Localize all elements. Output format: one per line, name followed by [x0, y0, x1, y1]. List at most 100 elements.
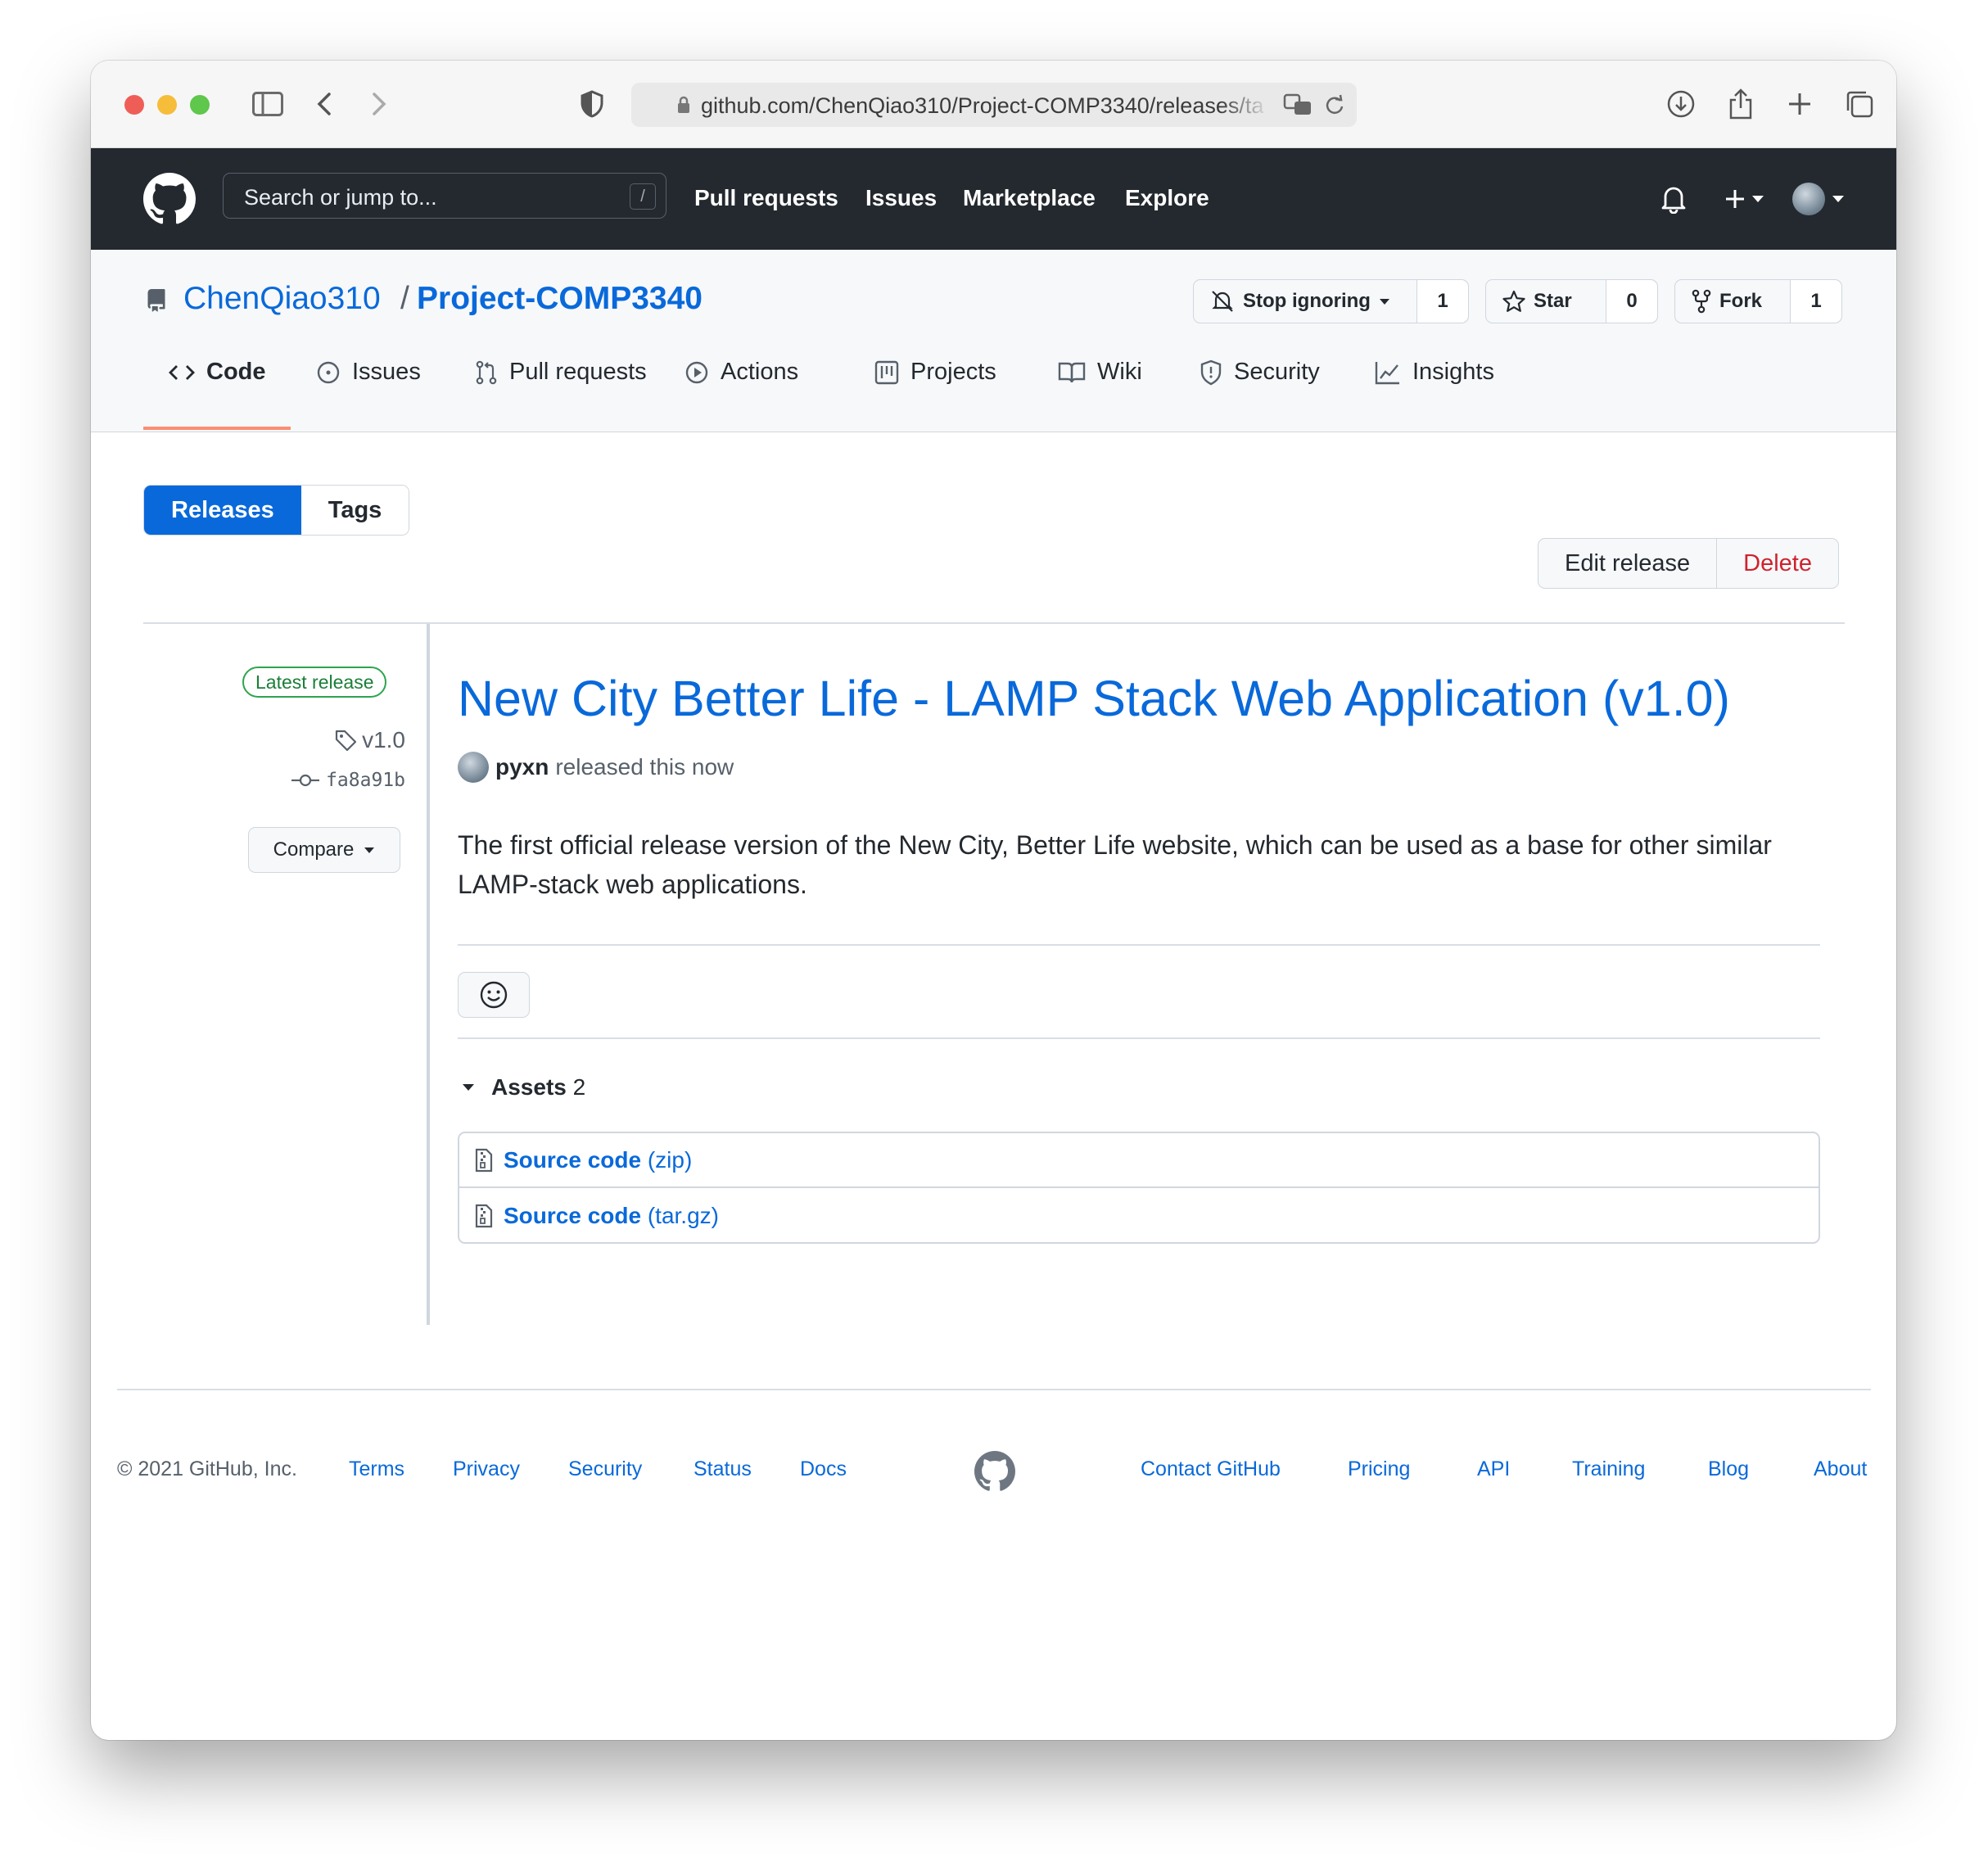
footer-divider — [117, 1389, 1871, 1390]
tab-code[interactable]: Code — [169, 359, 266, 386]
tab-security[interactable]: Security — [1200, 359, 1320, 386]
release-timeline-line — [427, 624, 430, 1325]
asset-ext: (zip) — [647, 1146, 693, 1173]
user-menu-dropdown[interactable] — [1792, 181, 1850, 217]
asset-name: Source code — [504, 1146, 642, 1173]
release-tag-link[interactable]: v1.0 — [334, 727, 405, 753]
downloads-icon[interactable] — [1662, 85, 1700, 123]
avatar — [1792, 183, 1825, 215]
notifications-bell-icon[interactable] — [1660, 184, 1687, 214]
footer-link-status[interactable]: Status — [694, 1458, 752, 1481]
release-byline: pyxn released this now — [458, 752, 734, 783]
star-icon — [1502, 290, 1525, 312]
repo-path-separator: / — [400, 281, 409, 316]
footer-link-docs[interactable]: Docs — [800, 1458, 847, 1481]
add-reaction-button[interactable] — [458, 972, 530, 1018]
fork-button[interactable]: Fork — [1675, 280, 1791, 323]
latest-release-badge: Latest release — [242, 667, 387, 698]
footer-link-pricing[interactable]: Pricing — [1348, 1458, 1410, 1481]
code-icon — [169, 364, 195, 380]
tags-tab-button[interactable]: Tags — [300, 486, 409, 535]
footer-link-contact[interactable]: Contact GitHub — [1141, 1458, 1281, 1481]
footer-link-security[interactable]: Security — [568, 1458, 642, 1481]
nav-marketplace[interactable]: Marketplace — [963, 185, 1096, 211]
browser-window: github.com/ChenQiao310/Project-COMP3340/… — [91, 61, 1896, 1740]
tab-wiki-label: Wiki — [1097, 359, 1142, 385]
star-label: Star — [1534, 290, 1572, 312]
release-commit-link[interactable]: fa8a91b — [291, 770, 405, 791]
minimize-window-button[interactable] — [157, 95, 177, 115]
release-description: The first official release version of th… — [458, 830, 1772, 899]
tab-wiki[interactable]: Wiki — [1058, 359, 1142, 386]
compare-dropdown[interactable]: Compare — [248, 827, 400, 873]
footer-link-about[interactable]: About — [1814, 1458, 1867, 1481]
release-tag-label: v1.0 — [362, 727, 405, 752]
github-footer-logo-icon[interactable] — [974, 1451, 1015, 1492]
repo-name-link[interactable]: Project-COMP3340 — [417, 281, 703, 317]
footer-link-blog[interactable]: Blog — [1708, 1458, 1749, 1481]
pull-request-icon — [476, 360, 497, 384]
tab-pull-requests[interactable]: Pull requests — [475, 359, 647, 386]
asset-item[interactable]: Source code (tar.gz) — [459, 1188, 1819, 1243]
nav-explore[interactable]: Explore — [1125, 185, 1209, 211]
close-window-button[interactable] — [124, 95, 144, 115]
footer-link-terms[interactable]: Terms — [349, 1458, 404, 1481]
assets-toggle[interactable]: Assets 2 — [462, 1074, 585, 1100]
privacy-shield-icon[interactable] — [573, 85, 611, 123]
tab-insights[interactable]: Insights — [1375, 359, 1494, 386]
repo-owner-link[interactable]: ChenQiao310 — [183, 281, 381, 317]
project-icon — [874, 360, 899, 384]
new-tab-icon[interactable] — [1781, 85, 1819, 123]
divider — [458, 944, 1820, 946]
watch-button-group: Stop ignoring 1 — [1193, 279, 1469, 323]
watch-count[interactable]: 1 — [1417, 280, 1468, 323]
delete-release-button[interactable]: Delete — [1717, 539, 1838, 588]
star-count[interactable]: 0 — [1606, 280, 1657, 323]
release-commit-sha: fa8a91b — [326, 770, 405, 791]
browser-toolbar: github.com/ChenQiao310/Project-COMP3340/… — [91, 61, 1896, 148]
edit-release-button[interactable]: Edit release — [1538, 539, 1718, 588]
star-button-group: Star 0 — [1485, 279, 1658, 323]
search-input[interactable]: Search or jump to... / — [223, 173, 666, 219]
tag-icon — [335, 730, 357, 752]
back-icon[interactable] — [305, 85, 343, 123]
author-avatar[interactable] — [458, 752, 489, 783]
tab-issues[interactable]: Issues — [316, 359, 421, 386]
smiley-icon — [480, 981, 508, 1009]
tab-overview-icon[interactable] — [1841, 85, 1878, 123]
caret-down-icon — [1832, 196, 1844, 202]
fork-button-group: Fork 1 — [1674, 279, 1842, 323]
tab-security-label: Security — [1234, 359, 1320, 385]
reload-icon[interactable] — [1324, 94, 1345, 115]
translate-icon[interactable] — [1283, 93, 1313, 116]
sidebar-icon[interactable] — [249, 85, 287, 123]
release-title[interactable]: New City Better Life - LAMP Stack Web Ap… — [458, 670, 1730, 727]
releases-tab-button[interactable]: Releases — [144, 486, 301, 535]
triangle-down-icon — [463, 1084, 474, 1091]
file-zip-icon — [475, 1148, 493, 1172]
watch-button[interactable]: Stop ignoring — [1194, 280, 1417, 323]
share-icon[interactable] — [1722, 85, 1760, 123]
address-bar[interactable]: github.com/ChenQiao310/Project-COMP3340/… — [631, 83, 1357, 127]
fork-count[interactable]: 1 — [1791, 280, 1841, 323]
star-button[interactable]: Star — [1486, 280, 1606, 323]
forward-icon[interactable] — [360, 85, 398, 123]
github-logo-icon[interactable] — [143, 173, 196, 225]
footer-link-privacy[interactable]: Privacy — [453, 1458, 520, 1481]
zoom-window-button[interactable] — [190, 95, 210, 115]
release-author[interactable]: pyxn — [495, 754, 549, 780]
tab-insights-label: Insights — [1412, 359, 1494, 385]
assets-list: Source code (zip) Source code (tar.gz) — [458, 1132, 1820, 1244]
nav-pull-requests[interactable]: Pull requests — [694, 185, 838, 211]
tab-issues-label: Issues — [352, 359, 421, 385]
create-new-dropdown[interactable] — [1724, 181, 1773, 217]
footer-link-api[interactable]: API — [1477, 1458, 1510, 1481]
tab-code-label: Code — [206, 359, 266, 385]
nav-issues[interactable]: Issues — [865, 185, 937, 211]
plus-icon — [1726, 190, 1744, 208]
assets-label: Assets — [491, 1074, 567, 1100]
tab-projects[interactable]: Projects — [874, 359, 996, 386]
tab-actions[interactable]: Actions — [685, 359, 798, 386]
footer-link-training[interactable]: Training — [1572, 1458, 1645, 1481]
asset-item[interactable]: Source code (zip) — [459, 1133, 1819, 1188]
